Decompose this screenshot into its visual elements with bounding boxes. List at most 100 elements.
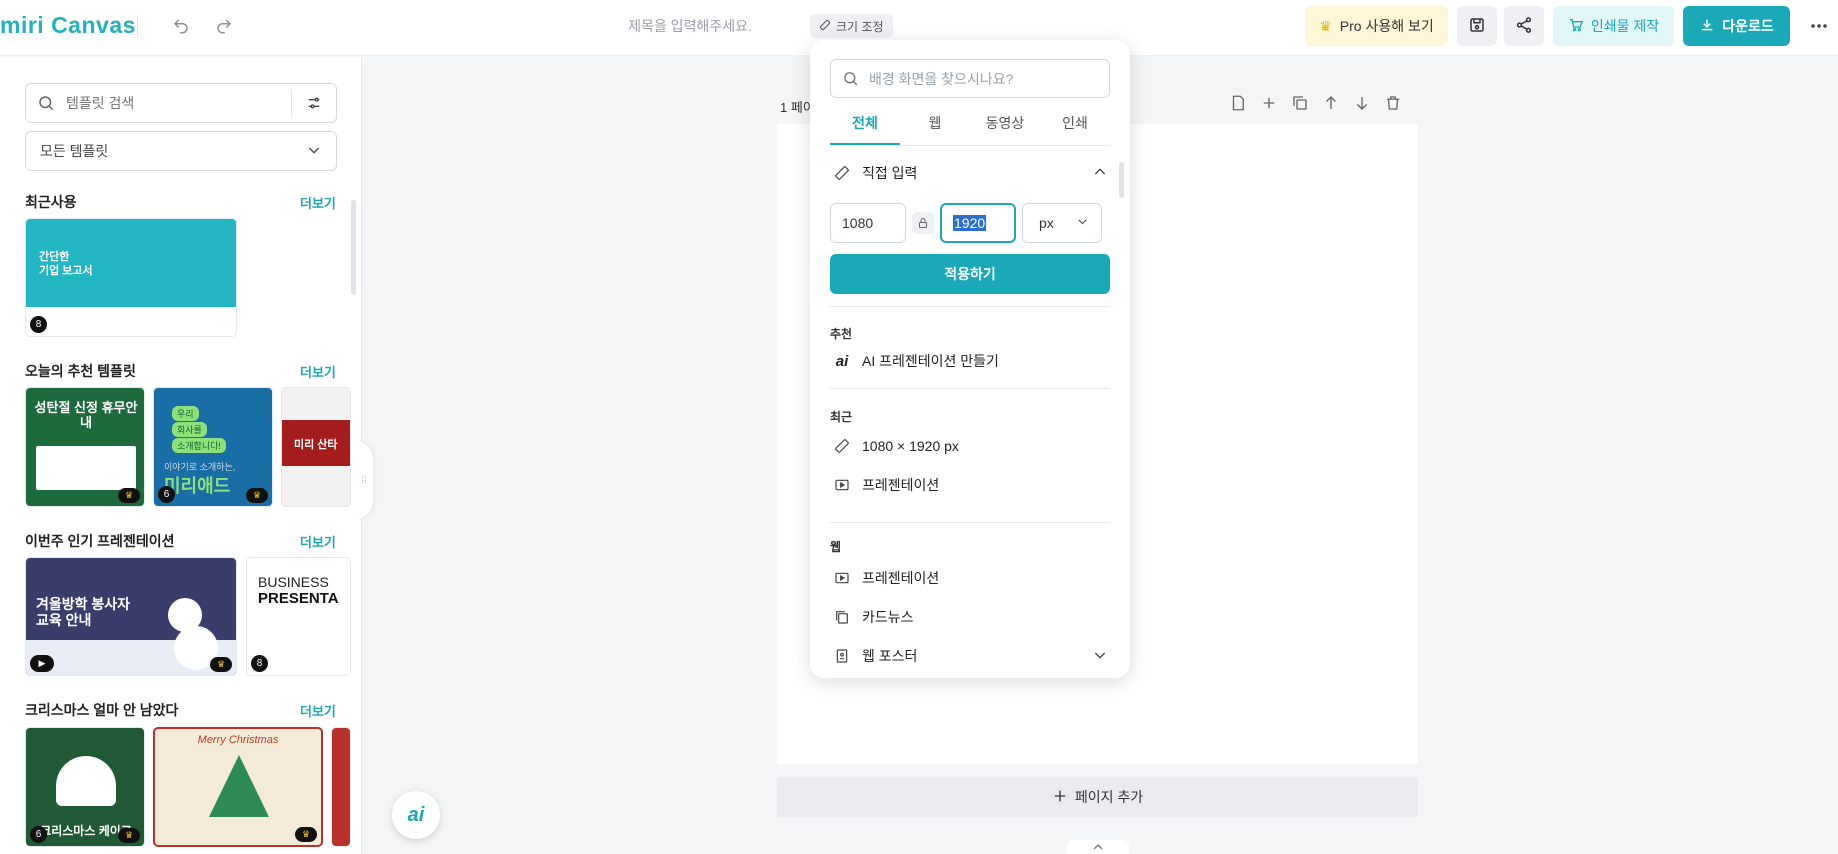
tab-video[interactable]: 동영상 bbox=[970, 108, 1040, 145]
template-sidebar: 모든 템플릿 최근사용 더보기 간단한 기업 보고서 8 오늘의 추천 템플릿 … bbox=[0, 57, 362, 854]
dropdown-scrollbar[interactable] bbox=[1119, 162, 1124, 198]
unit-value: px bbox=[1039, 215, 1054, 231]
page-list-toggle[interactable] bbox=[1067, 840, 1129, 854]
template-category-select[interactable]: 모든 템플릿 bbox=[25, 131, 337, 171]
undo-icon[interactable] bbox=[165, 10, 197, 42]
page-toolbar bbox=[1229, 94, 1402, 115]
web-label: 웹 포스터 bbox=[862, 648, 918, 664]
poster-icon bbox=[832, 648, 852, 664]
resize-label: 크기 조정 bbox=[836, 19, 884, 34]
ai-icon: ai bbox=[835, 352, 849, 370]
tab-print[interactable]: 인쇄 bbox=[1040, 108, 1110, 145]
sidebar-scrollbar[interactable] bbox=[351, 200, 356, 295]
width-input[interactable]: 1080 bbox=[830, 203, 906, 243]
divider bbox=[137, 15, 138, 37]
template-thumbnail[interactable]: 겨울방학 봉사자 교육 안내 ▶ ♛ bbox=[25, 557, 237, 676]
trash-icon[interactable] bbox=[1384, 94, 1402, 115]
template-thumbnail[interactable]: 미리 산타 bbox=[281, 387, 351, 507]
card-news-icon bbox=[832, 609, 852, 625]
more-link-today[interactable]: 더보기 bbox=[300, 362, 336, 381]
pro-trial-button[interactable]: ♛ Pro 사용해 보기 bbox=[1305, 6, 1448, 46]
download-icon bbox=[1699, 17, 1715, 36]
template-search bbox=[25, 83, 337, 123]
filter-icon[interactable] bbox=[292, 95, 336, 111]
section-title-recent: 최근 bbox=[830, 410, 853, 424]
recent-item-presentation[interactable]: 프레젠테이션 bbox=[832, 470, 1108, 500]
template-thumbnail[interactable]: 우리 회사를 소개합니다! 이야기로 소개하는, 미리애드 6 ♛ bbox=[153, 387, 273, 507]
section-title-today: 오늘의 추천 템플릿 bbox=[25, 363, 136, 379]
chevron-down-icon bbox=[1076, 215, 1089, 231]
thumb-calendar bbox=[36, 446, 136, 490]
template-thumbnail[interactable]: BUSINESS PRESENTA 8 bbox=[246, 557, 351, 676]
add-page-button[interactable]: 페이지 추가 bbox=[777, 777, 1418, 817]
tree-illustration bbox=[209, 755, 269, 817]
recent-item-custom-size[interactable]: 1080 × 1920 px bbox=[832, 431, 1108, 461]
redo-icon[interactable] bbox=[208, 10, 240, 42]
template-search-input[interactable] bbox=[66, 95, 291, 111]
web-item-poster[interactable]: 웹 포스터 bbox=[832, 641, 1108, 671]
add-icon[interactable] bbox=[1260, 94, 1278, 115]
ai-assistant-button[interactable]: ai bbox=[392, 791, 440, 839]
more-options-icon[interactable] bbox=[1804, 10, 1834, 42]
size-tabs: 전체 웹 동영상 인쇄 bbox=[830, 108, 1110, 146]
tab-all[interactable]: 전체 bbox=[830, 108, 900, 145]
download-button[interactable]: 다운로드 bbox=[1683, 6, 1790, 46]
chevron-down-icon bbox=[1092, 647, 1108, 666]
document-title-input[interactable]: 제목을 입력해주세요. bbox=[600, 16, 780, 36]
duplicate-icon[interactable] bbox=[1291, 94, 1309, 115]
save-button[interactable] bbox=[1457, 6, 1497, 46]
web-label: 프레젠테이션 bbox=[862, 570, 940, 586]
template-thumbnail[interactable]: 성탄절 신정 휴무안내 ♛ bbox=[25, 387, 145, 507]
crown-icon: ♛ bbox=[1319, 17, 1332, 34]
cart-icon bbox=[1568, 17, 1584, 36]
thumb-text: 우리 bbox=[172, 406, 199, 421]
resize-button[interactable]: 크기 조정 bbox=[810, 14, 893, 38]
thumb-text: Merry Christmas bbox=[197, 734, 279, 746]
search-icon bbox=[831, 70, 869, 87]
lock-icon[interactable] bbox=[912, 212, 934, 234]
sidebar-collapse-handle[interactable]: ⁞⁞ bbox=[355, 441, 373, 519]
app-logo[interactable]: miri Canvas bbox=[0, 12, 136, 39]
arrow-up-icon[interactable] bbox=[1322, 94, 1340, 115]
print-label: 인쇄물 제작 bbox=[1590, 18, 1660, 34]
arrow-down-icon[interactable] bbox=[1353, 94, 1371, 115]
thumb-text: 미리 산타 bbox=[294, 439, 338, 451]
template-thumbnail[interactable]: 간단한 기업 보고서 8 bbox=[25, 218, 237, 337]
cake-illustration bbox=[56, 756, 116, 806]
share-button[interactable] bbox=[1504, 6, 1544, 46]
page-note-icon[interactable] bbox=[1229, 94, 1247, 115]
recent-label: 프레젠테이션 bbox=[862, 477, 940, 493]
height-input[interactable]: 1920 bbox=[940, 203, 1016, 243]
unit-select[interactable]: px bbox=[1022, 203, 1102, 243]
plus-icon bbox=[1052, 788, 1068, 807]
template-thumbnail[interactable]: 크리스마스 케이크 6 ♛ bbox=[25, 727, 145, 847]
thumb-text: 겨울방학 봉사자 교육 안내 bbox=[36, 596, 131, 628]
ruler-icon bbox=[819, 19, 831, 34]
page-count-badge: 8 bbox=[30, 316, 47, 333]
web-item-presentation[interactable]: 프레젠테이션 bbox=[832, 563, 1108, 593]
section-title-recommend: 추천 bbox=[830, 327, 853, 341]
premium-crown-icon: ♛ bbox=[295, 827, 317, 842]
divider bbox=[830, 388, 1110, 389]
section-title-recent: 최근사용 bbox=[25, 194, 77, 210]
custom-size-toggle[interactable]: 직접 입력 bbox=[832, 158, 1108, 188]
thumb-text: BUSINESS bbox=[258, 574, 329, 590]
apply-size-button[interactable]: 적용하기 bbox=[830, 254, 1110, 294]
more-link-popular[interactable]: 더보기 bbox=[300, 532, 336, 551]
chevron-down-icon bbox=[306, 142, 322, 161]
tab-web[interactable]: 웹 bbox=[900, 108, 970, 145]
more-link-recent[interactable]: 더보기 bbox=[300, 193, 336, 212]
share-icon bbox=[1515, 16, 1533, 37]
size-search-input[interactable] bbox=[869, 70, 1109, 87]
template-thumbnail[interactable]: Merry Christmas ♛ bbox=[153, 727, 323, 847]
template-thumbnail[interactable] bbox=[331, 727, 351, 847]
web-item-card-news[interactable]: 카드뉴스 bbox=[832, 602, 1108, 632]
custom-size-label: 직접 입력 bbox=[862, 165, 918, 181]
premium-crown-icon: ♛ bbox=[118, 488, 140, 503]
recommend-item-ai-presentation[interactable]: ai AI 프레젠테이션 만들기 bbox=[832, 346, 1108, 376]
section-title-popular: 이번주 인기 프레젠테이션 bbox=[25, 533, 175, 549]
section-title-web: 웹 bbox=[830, 540, 842, 554]
more-link-christmas[interactable]: 더보기 bbox=[300, 701, 336, 720]
print-order-button[interactable]: 인쇄물 제작 bbox=[1553, 6, 1674, 46]
thumb-text: PRESENTA bbox=[258, 590, 339, 607]
